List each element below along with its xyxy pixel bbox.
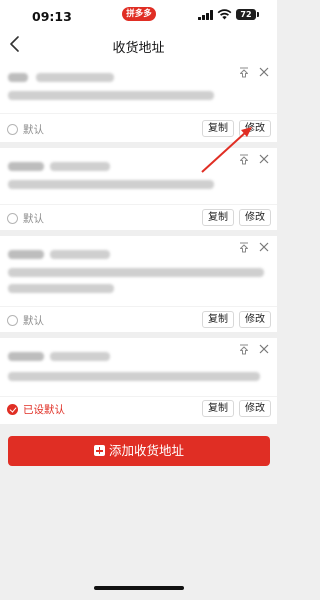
battery-icon: 72 [236, 9, 256, 20]
close-icon[interactable] [259, 344, 269, 354]
recipient-name-redacted [8, 162, 44, 171]
divider [0, 204, 277, 205]
recipient-name-redacted [8, 250, 44, 259]
address-line-redacted [8, 268, 264, 277]
default-label: 默认 [23, 124, 44, 136]
pin-top-icon[interactable] [239, 154, 249, 165]
phone-redacted [50, 352, 110, 361]
home-indicator [94, 586, 184, 590]
copy-button[interactable]: 复制 [202, 400, 234, 417]
pin-top-icon[interactable] [239, 67, 249, 78]
phone-redacted [36, 73, 114, 82]
default-label: 默认 [23, 315, 44, 327]
address-line-redacted [8, 180, 214, 189]
nav-bar: 收货地址 [0, 28, 277, 61]
copy-button[interactable]: 复制 [202, 209, 234, 226]
add-address-label: 添加收货地址 [108, 443, 184, 458]
address-line-redacted [8, 91, 214, 100]
close-icon[interactable] [259, 154, 269, 164]
pin-top-icon[interactable] [239, 344, 249, 355]
address-card[interactable]: 默认 复制 修改 [0, 148, 277, 230]
close-icon[interactable] [259, 67, 269, 77]
divider [0, 113, 277, 114]
status-bar: 09:13 拼多多 72 [0, 0, 277, 28]
edit-button[interactable]: 修改 [239, 311, 271, 328]
default-radio[interactable] [7, 124, 18, 135]
default-radio[interactable] [7, 213, 18, 224]
phone-redacted [50, 162, 110, 171]
address-line-redacted [8, 372, 260, 381]
page-title: 收货地址 [112, 41, 165, 56]
address-line-redacted [8, 284, 114, 293]
status-time: 09:13 [32, 9, 72, 24]
recipient-name-redacted [8, 73, 28, 82]
add-address-button[interactable]: 添加收货地址 [8, 436, 270, 466]
default-radio[interactable] [7, 315, 18, 326]
address-card[interactable]: 默认 复制 修改 [0, 236, 277, 332]
divider [0, 306, 277, 307]
address-card[interactable]: 默认 复制 修改 [0, 61, 277, 142]
edit-button[interactable]: 修改 [239, 120, 271, 137]
copy-button[interactable]: 复制 [202, 120, 234, 137]
default-label: 已设默认 [23, 404, 65, 416]
close-icon[interactable] [259, 242, 269, 252]
signal-icon [198, 10, 213, 20]
battery-tip [257, 12, 259, 17]
edit-button[interactable]: 修改 [239, 209, 271, 226]
plus-icon [93, 445, 105, 456]
divider [0, 396, 277, 397]
phone-redacted [50, 250, 110, 259]
pin-top-icon[interactable] [239, 242, 249, 253]
address-card[interactable]: 已设默认 复制 修改 [0, 338, 277, 424]
edit-button[interactable]: 修改 [239, 400, 271, 417]
app-badge: 拼多多 [122, 7, 156, 21]
default-label: 默认 [23, 213, 44, 225]
default-checked-icon[interactable] [7, 404, 18, 415]
recipient-name-redacted [8, 352, 44, 361]
wifi-icon [217, 9, 232, 20]
copy-button[interactable]: 复制 [202, 311, 234, 328]
